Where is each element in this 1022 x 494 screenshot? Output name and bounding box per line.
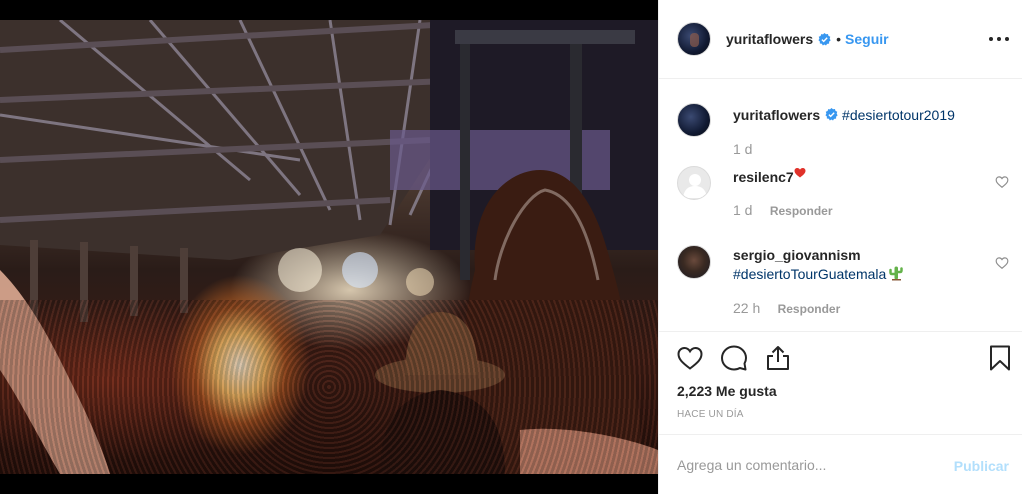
caption-time[interactable]: 1 d: [733, 141, 752, 157]
comment-time[interactable]: 1 d: [733, 202, 752, 218]
post-header: yuritaflowers • Seguir: [659, 0, 1022, 79]
comment-icon[interactable]: [720, 344, 748, 372]
post-sidebar: yuritaflowers • Seguir yuritaflowers #de…: [658, 0, 1022, 494]
cactus-emoji: [889, 266, 904, 281]
more-options-icon[interactable]: [989, 30, 1009, 48]
heart-icon[interactable]: [676, 344, 704, 372]
comment-avatar[interactable]: [677, 245, 711, 279]
caption-text: yuritaflowers #desiertotour2019: [733, 106, 955, 125]
red-heart-emoji: [794, 168, 806, 178]
post-actions: 2,223 Me gusta Hace un día: [659, 331, 1022, 434]
caption-meta: 1 d: [733, 141, 752, 157]
bookmark-icon[interactable]: [986, 344, 1014, 372]
comments-list: yuritaflowers #desiertotour2019 1 d resi…: [659, 79, 1022, 331]
verified-badge-icon: [818, 32, 831, 45]
post-image[interactable]: [0, 20, 658, 474]
comment-meta: 22 h Responder: [733, 300, 840, 316]
share-icon[interactable]: [764, 344, 792, 372]
like-comment-heart-icon[interactable]: [995, 175, 1009, 189]
default-avatar-icon: [683, 174, 707, 198]
comment-meta: 1 d Responder: [733, 202, 833, 218]
author-username[interactable]: yuritaflowers: [726, 31, 813, 47]
verified-badge-icon: [825, 108, 838, 121]
publish-button[interactable]: Publicar: [954, 458, 1009, 474]
post-timestamp[interactable]: Hace un día: [677, 409, 744, 420]
comment-text: sergio_giovannism #desiertoTourGuatemala: [733, 246, 904, 284]
comment-text: resilenc7: [733, 167, 806, 187]
comment-username[interactable]: sergio_giovannism: [733, 247, 861, 263]
reply-button[interactable]: Responder: [778, 302, 841, 316]
likes-count[interactable]: 2,223 Me gusta: [677, 383, 777, 399]
author-avatar[interactable]: [677, 22, 711, 56]
comment-hashtag[interactable]: #desiertoTourGuatemala: [733, 266, 886, 282]
add-comment-input[interactable]: [677, 457, 937, 473]
reply-button[interactable]: Responder: [770, 204, 833, 218]
caption-username[interactable]: yuritaflowers: [733, 107, 820, 123]
post-image-panel: [0, 0, 658, 494]
header-separator: •: [836, 31, 842, 47]
crowd-texture: [0, 300, 658, 474]
caption-avatar[interactable]: [677, 103, 711, 137]
caption-hashtag[interactable]: #desiertotour2019: [842, 107, 955, 123]
add-comment-bar: Publicar: [659, 434, 1022, 494]
comment-username[interactable]: resilenc7: [733, 169, 794, 185]
comment-avatar[interactable]: [677, 166, 711, 200]
like-comment-heart-icon[interactable]: [995, 256, 1009, 270]
follow-button[interactable]: Seguir: [845, 31, 889, 47]
comment-time[interactable]: 22 h: [733, 300, 760, 316]
